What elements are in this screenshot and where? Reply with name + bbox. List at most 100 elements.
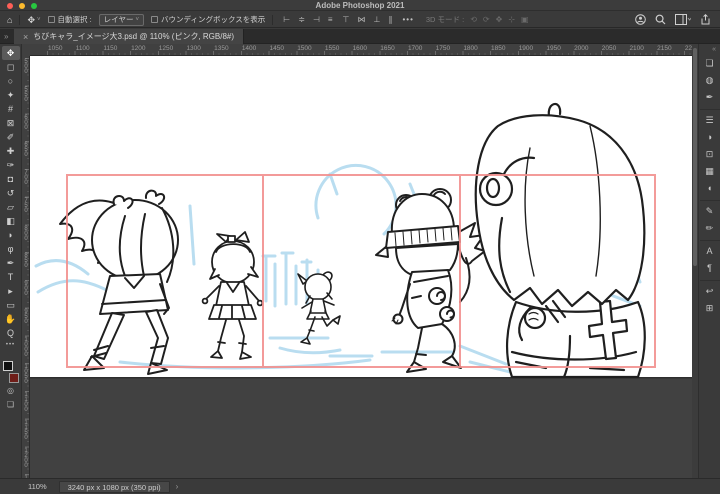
more-options-icon[interactable]: ••• <box>402 15 413 24</box>
layers-panel-icon[interactable]: ❏ <box>700 55 720 72</box>
healing-brush-tool[interactable]: ✚ <box>2 144 20 158</box>
zoom-level-field[interactable]: 110% <box>28 482 47 491</box>
ruler-label: 1450 <box>269 45 284 52</box>
ruler-label: 2000 <box>574 45 589 52</box>
gradient-tool[interactable]: ◧ <box>2 214 20 228</box>
bounding-box-checkbox[interactable] <box>150 16 158 23</box>
align-top-edges-icon[interactable]: ⊤ <box>343 15 350 24</box>
ruler-label: 550 <box>23 86 29 102</box>
chevron-down-icon[interactable]: ˅ <box>37 17 41 23</box>
navigator-panel-icon[interactable]: ⊞ <box>700 300 720 317</box>
distribute-centers-icon[interactable]: ⋈ <box>358 15 366 24</box>
3d-drag-icon: ✥ <box>495 15 503 24</box>
ruler-label: 1050 <box>48 45 63 52</box>
tools-panel: ✥ ◻ ○ ✦ # ⊠ ✐ ✚ ✑ ◘ ↺ ▱ ◧ ◗ φ ✒ T ▸ ▭ ✋ Q ••• ◎ ❏ <box>0 44 22 478</box>
chevron-down-icon: ˅ <box>135 16 139 23</box>
pen-tool[interactable]: ✒ <box>2 256 20 270</box>
account-icon[interactable] <box>635 14 646 25</box>
color-panel-icon[interactable]: ◖ <box>700 180 720 197</box>
ruler-label: 900 <box>23 281 29 296</box>
align-bottom-edges-icon[interactable]: ⊥ <box>374 15 381 24</box>
type-tool[interactable]: T <box>2 270 20 284</box>
expand-panels-icon[interactable]: « <box>712 44 716 55</box>
zoom-tool[interactable]: Q <box>2 326 20 340</box>
auto-select-dropdown[interactable]: レイヤー ˅ <box>98 13 144 26</box>
ruler-label: 1250 <box>158 45 174 52</box>
align-icons: ⊢ ≑ ⊣ ≡ <box>283 15 332 24</box>
ruler-label: 2200 <box>684 45 692 52</box>
ruler-label: 700 <box>23 170 29 185</box>
move-tool[interactable]: ✥ <box>1 46 20 60</box>
separator <box>19 14 21 25</box>
object-selection-tool[interactable]: ✦ <box>2 88 20 102</box>
shape-tool[interactable]: ▭ <box>2 298 20 312</box>
paths-panel-icon[interactable]: ✒ <box>700 89 720 106</box>
auto-select-checkbox[interactable] <box>47 16 55 23</box>
hand-tool[interactable]: ✋ <box>2 312 20 326</box>
panel-dock: « ❏ ◍ ✒ ☰ ◑ ⊡ ▦ ◖ ✎ ✏ A ¶ ↩ ⊞ <box>698 44 720 478</box>
tab-overflow-icon[interactable]: » <box>4 32 8 41</box>
align-right-edges-icon[interactable]: ⊣ <box>313 15 320 24</box>
history-brush-tool[interactable]: ↺ <box>2 186 20 200</box>
brush-tool[interactable]: ✑ <box>2 158 20 172</box>
history-panel-icon[interactable]: ↩ <box>699 280 720 300</box>
brush-settings-panel-icon[interactable]: ✎ <box>699 200 720 220</box>
3d-roll-icon: ⟳ <box>482 15 490 24</box>
ruler-label: 950 <box>23 308 29 324</box>
canvas-viewport[interactable] <box>30 56 692 478</box>
auto-select-value: レイヤー <box>103 15 134 24</box>
channels-panel-icon[interactable]: ◑ <box>700 129 720 146</box>
eraser-tool[interactable]: ▱ <box>2 200 20 214</box>
blur-tool[interactable]: ◗ <box>2 228 20 242</box>
color-swatches <box>2 360 20 384</box>
crop-tool[interactable]: # <box>2 102 20 116</box>
ruler-label: 1650 <box>380 45 395 52</box>
distribute-spacing-icon[interactable]: ∥ <box>388 15 392 24</box>
tab-bar: » × ちびキャラ_イメージ大3.psd @ 110% (ピンク, RGB/8#… <box>0 29 720 44</box>
3d-mode-icons: ⟲ ⟳ ✥ ⊹ ▣ <box>470 15 528 24</box>
search-icon[interactable] <box>655 14 666 25</box>
scrollbar-thumb[interactable] <box>693 48 697 266</box>
clone-stamp-tool[interactable]: ◘ <box>2 172 20 186</box>
align-left-edges-icon[interactable]: ⊢ <box>283 15 290 24</box>
titlebar: Adobe Photoshop 2021 <box>0 0 720 11</box>
horizontal-ruler[interactable]: 1050 1100 1150 1200 1250 1300 1350 1400 1450 1500… <box>22 44 692 56</box>
edit-toolbar-icon[interactable]: ••• <box>6 342 15 354</box>
close-tab-icon[interactable]: × <box>23 32 28 42</box>
properties-panel-icon[interactable]: ◍ <box>700 72 720 89</box>
home-icon[interactable]: ⌂ <box>7 15 12 25</box>
screen-mode-icon[interactable]: ❏ <box>2 398 20 412</box>
ruler-label: 1100 <box>23 392 29 412</box>
adjustments-panel-icon[interactable]: ☰ <box>699 109 720 129</box>
frame-tool[interactable]: ⊠ <box>2 116 20 130</box>
background-color-swatch[interactable] <box>8 373 19 383</box>
swatches-panel-icon[interactable]: ▦ <box>700 163 720 180</box>
lasso-tool[interactable]: ○ <box>2 74 20 88</box>
marquee-tool[interactable]: ◻ <box>2 60 20 74</box>
ruler-label: 800 <box>23 225 29 241</box>
brushes-panel-icon[interactable]: ✏ <box>700 220 720 237</box>
path-selection-tool[interactable]: ▸ <box>2 284 20 298</box>
clone-source-panel-icon[interactable]: ⊡ <box>700 146 720 163</box>
bounding-box-label: バウンディングボックスを表示 <box>160 15 266 24</box>
status-chevron-icon[interactable]: › <box>176 482 179 491</box>
vertical-ruler[interactable]: 500 550 600 650 700 750 800 850 900 950 1000 1050 11… <box>22 56 30 478</box>
ruler-label: 1050 <box>23 364 29 385</box>
align-horizontal-centers-icon[interactable]: ≡ <box>328 15 333 24</box>
foreground-color-swatch[interactable] <box>2 361 13 371</box>
move-tool-icon[interactable]: ✥ <box>27 15 35 25</box>
workspace-switcher-icon[interactable] <box>675 14 691 25</box>
dodge-tool[interactable]: φ <box>2 242 20 256</box>
align-vertical-centers-icon[interactable]: ≑ <box>298 15 305 24</box>
ruler-label: 1600 <box>352 45 368 52</box>
eyedropper-tool[interactable]: ✐ <box>2 130 20 144</box>
ruler-label: 1700 <box>407 45 423 52</box>
separator <box>272 14 274 25</box>
ruler-label: 500 <box>23 59 29 74</box>
3d-camera-icon: ▣ <box>521 15 529 24</box>
character-panel-icon[interactable]: A <box>699 240 720 260</box>
paragraph-panel-icon[interactable]: ¶ <box>700 260 720 277</box>
share-icon[interactable] <box>700 14 711 25</box>
quick-mask-icon[interactable]: ◎ <box>2 384 20 398</box>
document-tab[interactable]: × ちびキャラ_イメージ大3.psd @ 110% (ピンク, RGB/8#) <box>14 29 245 44</box>
